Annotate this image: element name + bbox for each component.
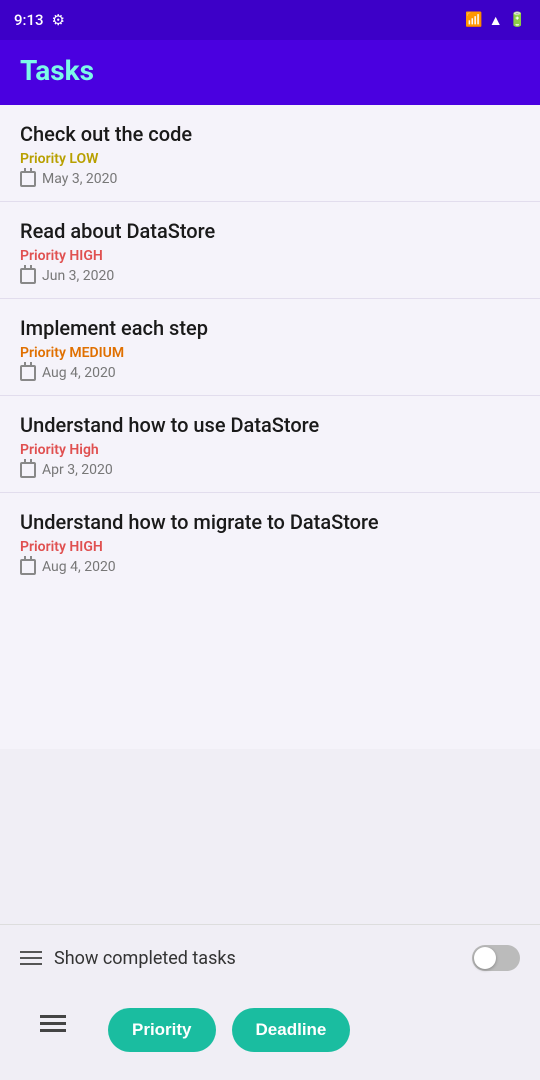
gear-icon: ⚙ xyxy=(52,11,65,29)
app-header: Tasks xyxy=(0,40,540,105)
task-item[interactable]: Check out the code Priority LOW May 3, 202… xyxy=(0,105,540,202)
signal-icon: 📶 xyxy=(465,12,482,28)
task-date: May 3, 2020 xyxy=(20,171,520,187)
show-completed-label: Show completed tasks xyxy=(54,948,460,969)
task-priority: Priority MEDIUM xyxy=(20,345,520,361)
task-list: Check out the code Priority LOW May 3, 202… xyxy=(0,105,540,749)
task-title: Implement each step xyxy=(20,315,520,341)
task-title: Understand how to migrate to DataStore xyxy=(20,509,520,535)
toggle-knob xyxy=(474,947,496,969)
calendar-icon xyxy=(20,268,36,284)
bottom-bar: Priority Deadline xyxy=(0,991,540,1080)
task-date-text: May 3, 2020 xyxy=(42,171,117,187)
page-title: Tasks xyxy=(20,54,94,87)
task-item[interactable]: Read about DataStore Priority HIGH Jun 3, … xyxy=(0,202,540,299)
task-date-text: Aug 4, 2020 xyxy=(42,365,116,381)
priority-button[interactable]: Priority xyxy=(108,1008,216,1052)
task-priority: Priority High xyxy=(20,442,520,458)
task-item[interactable]: Understand how to migrate to DataStore Pr… xyxy=(0,493,540,589)
task-date: Jun 3, 2020 xyxy=(20,268,520,284)
status-bar-right: 📶 ▲ 🔋 xyxy=(465,12,526,29)
task-item[interactable]: Implement each step Priority MEDIUM Aug 4,… xyxy=(0,299,540,396)
task-item[interactable]: Understand how to use DataStore Priority … xyxy=(0,396,540,493)
task-priority: Priority HIGH xyxy=(20,539,520,555)
calendar-icon xyxy=(20,171,36,187)
task-priority: Priority HIGH xyxy=(20,248,520,264)
bottom-section: Show completed tasks Priority Deadline xyxy=(0,924,540,1080)
task-date: Apr 3, 2020 xyxy=(20,462,520,478)
status-bar-left: 9:13 ⚙ xyxy=(14,11,65,29)
show-completed-row: Show completed tasks xyxy=(0,924,540,991)
calendar-icon xyxy=(20,462,36,478)
calendar-icon xyxy=(20,365,36,381)
task-date-text: Aug 4, 2020 xyxy=(42,559,116,575)
task-date: Aug 4, 2020 xyxy=(20,559,520,575)
task-title: Understand how to use DataStore xyxy=(20,412,520,438)
task-title: Check out the code xyxy=(20,121,520,147)
battery-icon: 🔋 xyxy=(509,12,526,28)
wifi-icon: ▲ xyxy=(489,12,503,29)
time-display: 9:13 xyxy=(14,11,44,29)
task-date: Aug 4, 2020 xyxy=(20,365,520,381)
calendar-icon xyxy=(20,559,36,575)
task-date-text: Apr 3, 2020 xyxy=(42,462,113,478)
filter-icon[interactable] xyxy=(20,951,42,965)
task-title: Read about DataStore xyxy=(20,218,520,244)
status-bar: 9:13 ⚙ 📶 ▲ 🔋 xyxy=(0,0,540,40)
show-completed-toggle[interactable] xyxy=(472,945,520,971)
deadline-button[interactable]: Deadline xyxy=(232,1008,351,1052)
task-date-text: Jun 3, 2020 xyxy=(42,268,114,284)
task-priority: Priority LOW xyxy=(20,151,520,167)
menu-icon[interactable] xyxy=(20,1003,86,1056)
